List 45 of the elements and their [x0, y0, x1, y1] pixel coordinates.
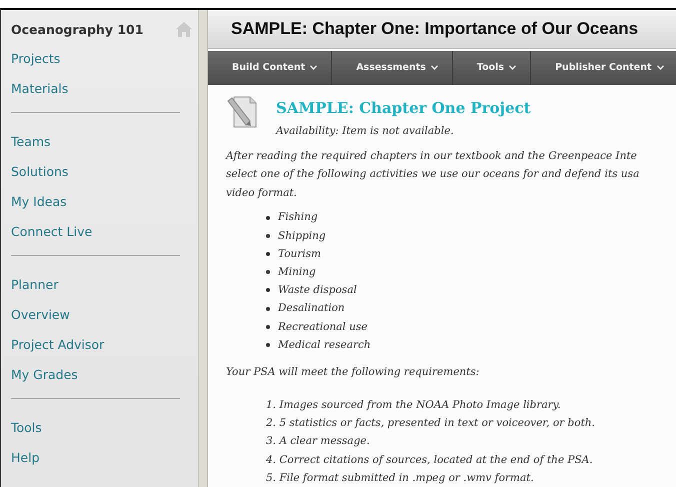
course-title: Oceanography 101 [11, 22, 144, 36]
caret-icon [430, 65, 438, 70]
bullet-icon [266, 288, 270, 292]
home-icon[interactable] [176, 22, 192, 36]
requirement-item: 1. Images sourced from the NOAA Photo Image library. [266, 398, 562, 413]
activity-item: Fishing [278, 210, 318, 226]
requirements-intro: Your PSA will meet the following requirements: [226, 366, 480, 378]
item-title[interactable]: SAMPLE: Chapter One Project [276, 98, 531, 117]
activity-item: Waste disposal [278, 283, 357, 298]
sidebar-link[interactable]: Project Advisor [11, 330, 180, 360]
availability-text: Availability: Item is not available. [276, 124, 455, 137]
sidebar-link[interactable]: Materials [11, 74, 180, 104]
instructions-paragraph: After reading the required chapters in our textbook and the Greenpeace Inte select one of the following activities we use our oceans for and defend its usa video format. [224, 148, 640, 201]
sidebar-link[interactable]: Connect Live [11, 217, 180, 247]
caret-icon [656, 65, 664, 70]
sidebar-link[interactable]: My Ideas [11, 187, 180, 217]
activity-item: Mining [278, 265, 316, 280]
bullet-icon [266, 324, 270, 329]
sidebar-link[interactable]: Tools [11, 413, 180, 443]
bullet-icon [266, 216, 270, 220]
bullet-icon [266, 342, 270, 347]
sidebar-link[interactable]: Projects [11, 44, 180, 74]
activity-item: Medical research [278, 338, 371, 353]
sidebar-resize-handle[interactable] [198, 10, 208, 487]
activity-item: Shipping [278, 228, 326, 244]
activity-item: Recreational use [278, 320, 368, 335]
requirement-item: 4. Correct citations of sources, located at the end of the PSA. [266, 452, 594, 468]
activity-item: Tourism [278, 246, 321, 262]
sidebar-link[interactable]: Help [11, 443, 180, 473]
sidebar-link[interactable]: Planner [11, 270, 180, 300]
bullet-icon [266, 252, 270, 256]
requirement-item: 3. A clear message. [266, 434, 371, 450]
sidebar-link[interactable]: Teams [11, 127, 180, 157]
caret-icon [509, 65, 516, 70]
page-title: SAMPLE: Chapter One: Importance of Our Oceans [231, 18, 638, 39]
requirement-item: 5. File format submitted in .mpeg or .wmv format. [266, 470, 535, 486]
sidebar-link[interactable]: Overview [11, 300, 180, 330]
bullet-icon [266, 306, 270, 311]
caret-icon [310, 65, 318, 70]
bullet-icon [266, 234, 270, 238]
requirement-item: 2. 5 statistics or facts, presented in text or voiceover, or both. [266, 416, 596, 432]
bullet-icon [266, 270, 270, 274]
sidebar-link[interactable]: My Grades [11, 360, 180, 390]
sidebar-link[interactable]: Solutions [11, 157, 180, 187]
activity-item: Desalination [278, 301, 345, 316]
